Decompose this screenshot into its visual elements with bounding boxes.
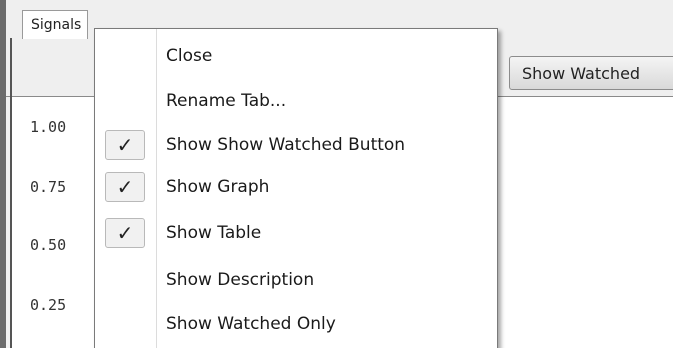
menu-item-label: Rename Tab... — [166, 91, 287, 111]
menu-item-show-watched-only[interactable]: Show Watched Only — [95, 306, 497, 342]
checkmark-icon: ✓ — [105, 130, 145, 160]
menu-item-show-table[interactable]: ✓ Show Table — [95, 215, 497, 251]
menu-item-label: Show Table — [166, 223, 262, 243]
menu-item-label: Show Show Watched Button — [166, 135, 406, 155]
menu-item-close[interactable]: Close — [95, 38, 497, 74]
y-tick-label: 0.25 — [30, 296, 67, 314]
menu-item-label: Show Watched Only — [166, 314, 336, 334]
menu-item-label: Close — [166, 46, 213, 66]
y-tick-label: 1.00 — [30, 118, 67, 136]
y-tick-label: 0.75 — [30, 178, 67, 196]
checkmark-icon: ✓ — [105, 218, 145, 248]
menu-item-label: Show Graph — [166, 177, 270, 197]
menu-item-rename-tab[interactable]: Rename Tab... — [95, 83, 497, 119]
menu-item-show-description[interactable]: Show Description — [95, 262, 497, 298]
panel-divider — [10, 38, 12, 348]
y-tick-label: 0.50 — [30, 236, 67, 254]
show-watched-button[interactable]: Show Watched — [509, 56, 673, 90]
checkmark-icon: ✓ — [105, 172, 145, 202]
tab-context-menu: Close Rename Tab... ✓ Show Show Watched … — [94, 28, 498, 348]
menu-item-show-watched-button[interactable]: ✓ Show Show Watched Button — [95, 127, 497, 163]
tab-signals[interactable]: Signals — [22, 10, 89, 39]
menu-item-label: Show Description — [166, 270, 315, 290]
app-window: Signals Show Watched 1.00 0.75 0.50 0.25… — [0, 0, 673, 348]
menu-item-show-graph[interactable]: ✓ Show Graph — [95, 169, 497, 205]
